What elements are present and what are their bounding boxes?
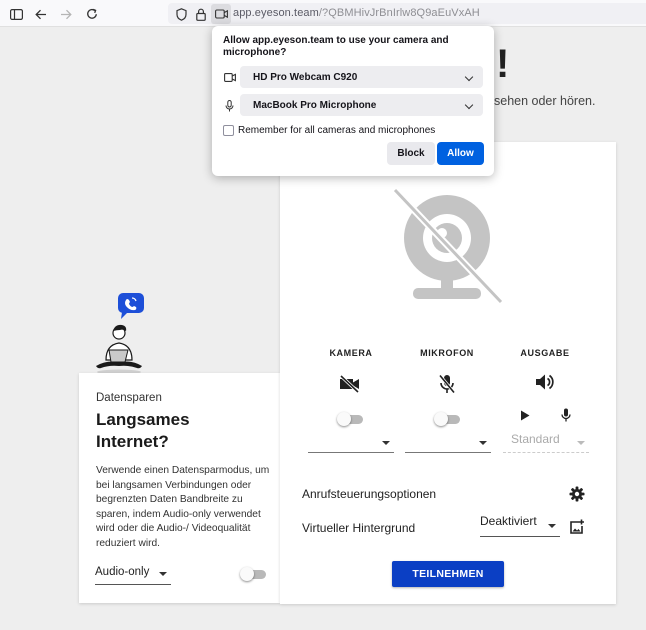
lock-icon[interactable] <box>191 4 211 24</box>
person-laptop-illustration <box>96 293 144 375</box>
camera-select[interactable]: HD Pro Webcam C920 <box>240 66 483 88</box>
virtual-background-value: Deaktiviert <box>480 514 537 528</box>
chevron-down-icon <box>464 72 474 82</box>
allow-button[interactable]: Allow <box>437 142 484 165</box>
play-test-icon[interactable] <box>514 404 536 426</box>
add-image-icon[interactable] <box>566 516 588 538</box>
caret-down-icon <box>577 441 585 445</box>
block-button[interactable]: Block <box>387 142 435 165</box>
caret-down-icon <box>159 572 167 576</box>
microphone-select-value: MacBook Pro Microphone <box>253 100 377 111</box>
camera-select-value: HD Pro Webcam C920 <box>253 72 358 83</box>
page-heading-fragment: ! <box>496 42 510 86</box>
microphone-toggle[interactable] <box>434 412 460 426</box>
mic-off-icon[interactable] <box>436 373 458 395</box>
mic-test-icon[interactable] <box>555 404 577 426</box>
camera-permission-icon[interactable] <box>211 4 231 24</box>
data-saving-card: Datensparen Langsames Internet? Verwende… <box>79 373 280 603</box>
url-text[interactable]: app.eyeson.team/?QBMHivJrBnIrlw8Q9aEuVxA… <box>233 7 480 19</box>
popup-title: Allow app.eyeson.team to use your camera… <box>223 35 449 58</box>
reload-icon[interactable] <box>82 4 102 24</box>
speaker-icon[interactable] <box>534 371 556 393</box>
remember-checkbox[interactable] <box>223 125 234 136</box>
camera-device-select[interactable] <box>308 432 394 453</box>
microphone-select[interactable]: MacBook Pro Microphone <box>240 94 483 116</box>
back-icon[interactable] <box>31 4 51 24</box>
card-title: Langsames Internet? <box>96 410 190 451</box>
output-column-label: AUSGABE <box>520 348 570 358</box>
data-saving-toggle[interactable] <box>240 567 266 581</box>
camera-icon <box>223 71 236 84</box>
gear-icon[interactable] <box>566 483 588 505</box>
microphone-column-label: MIKROFON <box>420 348 474 358</box>
data-mode-select[interactable]: Audio-only <box>95 566 171 585</box>
microphone-icon <box>223 99 236 112</box>
sidebar-icon[interactable] <box>6 4 26 24</box>
output-device-select[interactable]: Standard <box>503 432 589 453</box>
chevron-down-icon <box>464 100 474 110</box>
microphone-device-select[interactable] <box>405 432 491 453</box>
shield-icon[interactable] <box>171 4 191 24</box>
camera-column-label: KAMERA <box>329 348 373 358</box>
data-mode-value: Audio-only <box>95 566 150 578</box>
card-description: Verwende einen Datensparmodus, um bei la… <box>96 465 270 549</box>
caret-down-icon <box>548 524 556 528</box>
output-device-value: Standard <box>511 432 560 446</box>
permission-popup: Allow app.eyeson.team to use your camera… <box>212 26 494 176</box>
camera-off-illustration <box>393 188 503 304</box>
page-subtitle-fragment: sehen oder hören. <box>494 94 596 108</box>
virtual-background-select[interactable]: Deaktiviert <box>480 514 560 537</box>
caret-down-icon <box>479 441 487 445</box>
browser-toolbar: app.eyeson.team/?QBMHivJrBnIrlw8Q9aEuVxA… <box>0 0 646 27</box>
card-kicker: Datensparen <box>96 392 162 404</box>
camera-toggle[interactable] <box>337 412 363 426</box>
forward-icon[interactable] <box>56 4 76 24</box>
call-options-label[interactable]: Anrufsteuerungsoptionen <box>302 487 436 501</box>
camera-off-icon[interactable] <box>339 373 361 395</box>
join-button[interactable]: TEILNEHMEN <box>392 561 504 587</box>
virtual-background-label: Virtueller Hintergrund <box>302 521 416 535</box>
device-settings-card: KAMERA MIKROFON AUSGABE Standard Anrufst… <box>280 142 616 604</box>
remember-label[interactable]: Remember for all cameras and microphones <box>238 125 435 136</box>
caret-down-icon <box>382 441 390 445</box>
